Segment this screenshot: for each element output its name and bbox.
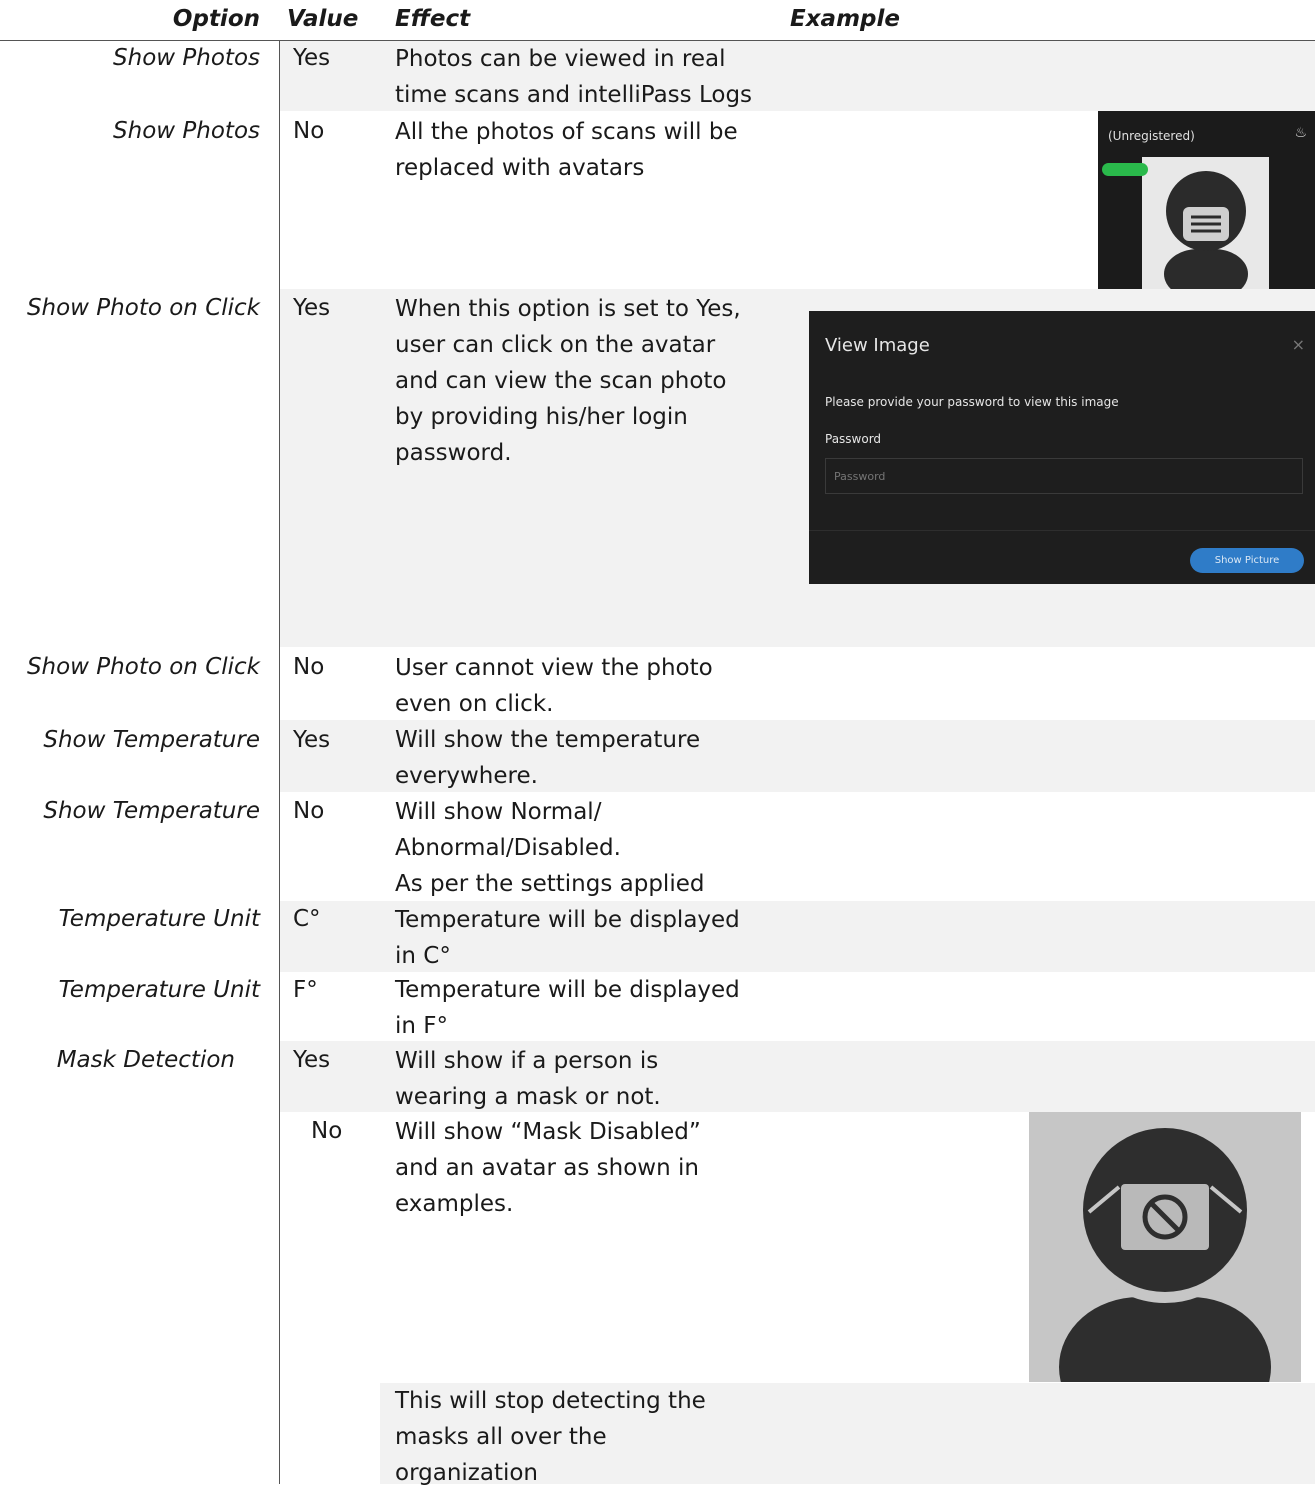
effect-cell: Temperature will be displayed in C°	[395, 902, 765, 974]
effect-line: Temperature will be displayed	[395, 977, 740, 1003]
effect-line: User cannot view the photo	[395, 655, 713, 681]
value-cell: Yes	[293, 295, 331, 321]
value-cell: Yes	[293, 45, 331, 71]
unregistered-label: (Unregistered)	[1108, 129, 1195, 143]
header-option: Option	[172, 6, 260, 32]
effect-cell: This will stop detecting the masks all o…	[395, 1383, 765, 1491]
password-label: Password	[825, 432, 882, 446]
dialog-message: Please provide your password to view thi…	[825, 395, 1119, 409]
option-cell: Show Photos	[113, 45, 260, 71]
effect-line: and can view the scan photo	[395, 368, 727, 394]
effect-line: Photos can be viewed in real	[395, 46, 726, 72]
password-input[interactable]	[825, 458, 1303, 494]
value-cell: F°	[293, 977, 318, 1003]
value-cell: Yes	[293, 1047, 331, 1073]
avatar-thumbnail: (Unregistered) ♨	[1098, 111, 1315, 289]
bell-icon: ♨	[1294, 125, 1307, 141]
effect-line: All the photos of scans will be	[395, 119, 738, 145]
value-cell: C°	[293, 906, 321, 932]
masked-person-icon	[1164, 171, 1248, 289]
effect-line: Will show Normal/	[395, 799, 602, 825]
effect-line: Will show the temperature	[395, 727, 701, 753]
header-effect: Effect	[395, 6, 471, 32]
value-cell: Yes	[293, 727, 331, 753]
effect-line: examples.	[395, 1191, 514, 1217]
effect-cell: Temperature will be displayed in F°	[395, 972, 765, 1044]
effect-cell: All the photos of scans will be replaced…	[395, 114, 765, 186]
effect-line: in C°	[395, 943, 451, 969]
mask-disabled-person-icon	[1059, 1117, 1271, 1382]
effect-line: wearing a mask or not.	[395, 1084, 661, 1110]
value-cell: No	[311, 1118, 343, 1144]
avatar-frame	[1142, 157, 1269, 289]
effect-line: As per the settings applied	[395, 871, 705, 897]
effect-line: in F°	[395, 1013, 449, 1039]
value-cell: No	[293, 798, 325, 824]
effect-cell: Will show “Mask Disabled” and an avatar …	[395, 1114, 765, 1222]
effect-line: masks all over the	[395, 1424, 607, 1450]
header-value: Value	[287, 6, 359, 32]
effect-line: user can click on the avatar	[395, 332, 716, 358]
effect-line: and an avatar as shown in	[395, 1155, 699, 1181]
option-cell: Show Temperature	[43, 798, 260, 824]
option-cell: Temperature Unit	[58, 977, 260, 1003]
effect-line: When this option is set to Yes,	[395, 296, 741, 322]
effect-line: time scans and intelliPass Logs	[395, 82, 753, 108]
option-cell: Show Temperature	[43, 727, 260, 753]
effect-line: everywhere.	[395, 763, 538, 789]
dialog-divider	[809, 530, 1315, 531]
effect-cell: Will show the temperature everywhere.	[395, 722, 765, 794]
effect-cell: Will show Normal/ Abnormal/Disabled. As …	[395, 794, 765, 902]
status-pill	[1102, 163, 1148, 176]
effect-line: Will show if a person is	[395, 1048, 659, 1074]
effect-line: even on click.	[395, 691, 554, 717]
show-picture-button[interactable]: Show Picture	[1190, 548, 1304, 573]
effect-line: organization	[395, 1460, 539, 1486]
value-cell: No	[293, 118, 325, 144]
effect-cell: Will show if a person is wearing a mask …	[395, 1043, 765, 1115]
close-icon[interactable]: ×	[1292, 335, 1305, 354]
effect-line: Will show “Mask Disabled”	[395, 1119, 701, 1145]
effect-cell: When this option is set to Yes, user can…	[395, 291, 765, 471]
mask-disabled-avatar	[1029, 1112, 1301, 1382]
effect-line: Temperature will be displayed	[395, 907, 740, 933]
effect-line: by providing his/her login	[395, 404, 688, 430]
view-image-dialog: View Image × Please provide your passwor…	[809, 311, 1315, 584]
effect-line: This will stop detecting the	[395, 1388, 706, 1414]
option-cell: Show Photo on Click	[26, 295, 260, 321]
column-divider	[279, 41, 280, 1484]
option-cell: Show Photo on Click	[26, 654, 260, 680]
option-cell: Show Photos	[113, 118, 260, 144]
option-cell: Temperature Unit	[58, 906, 260, 932]
effect-cell: User cannot view the photo even on click…	[395, 650, 765, 722]
effect-line: password.	[395, 440, 512, 466]
option-cell: Mask Detection	[56, 1047, 235, 1073]
effect-line: replaced with avatars	[395, 155, 645, 181]
effect-cell: Photos can be viewed in real time scans …	[395, 41, 765, 113]
header-example: Example	[790, 6, 900, 32]
value-cell: No	[293, 654, 325, 680]
effect-line: Abnormal/Disabled.	[395, 835, 621, 861]
dialog-title: View Image	[825, 335, 930, 356]
